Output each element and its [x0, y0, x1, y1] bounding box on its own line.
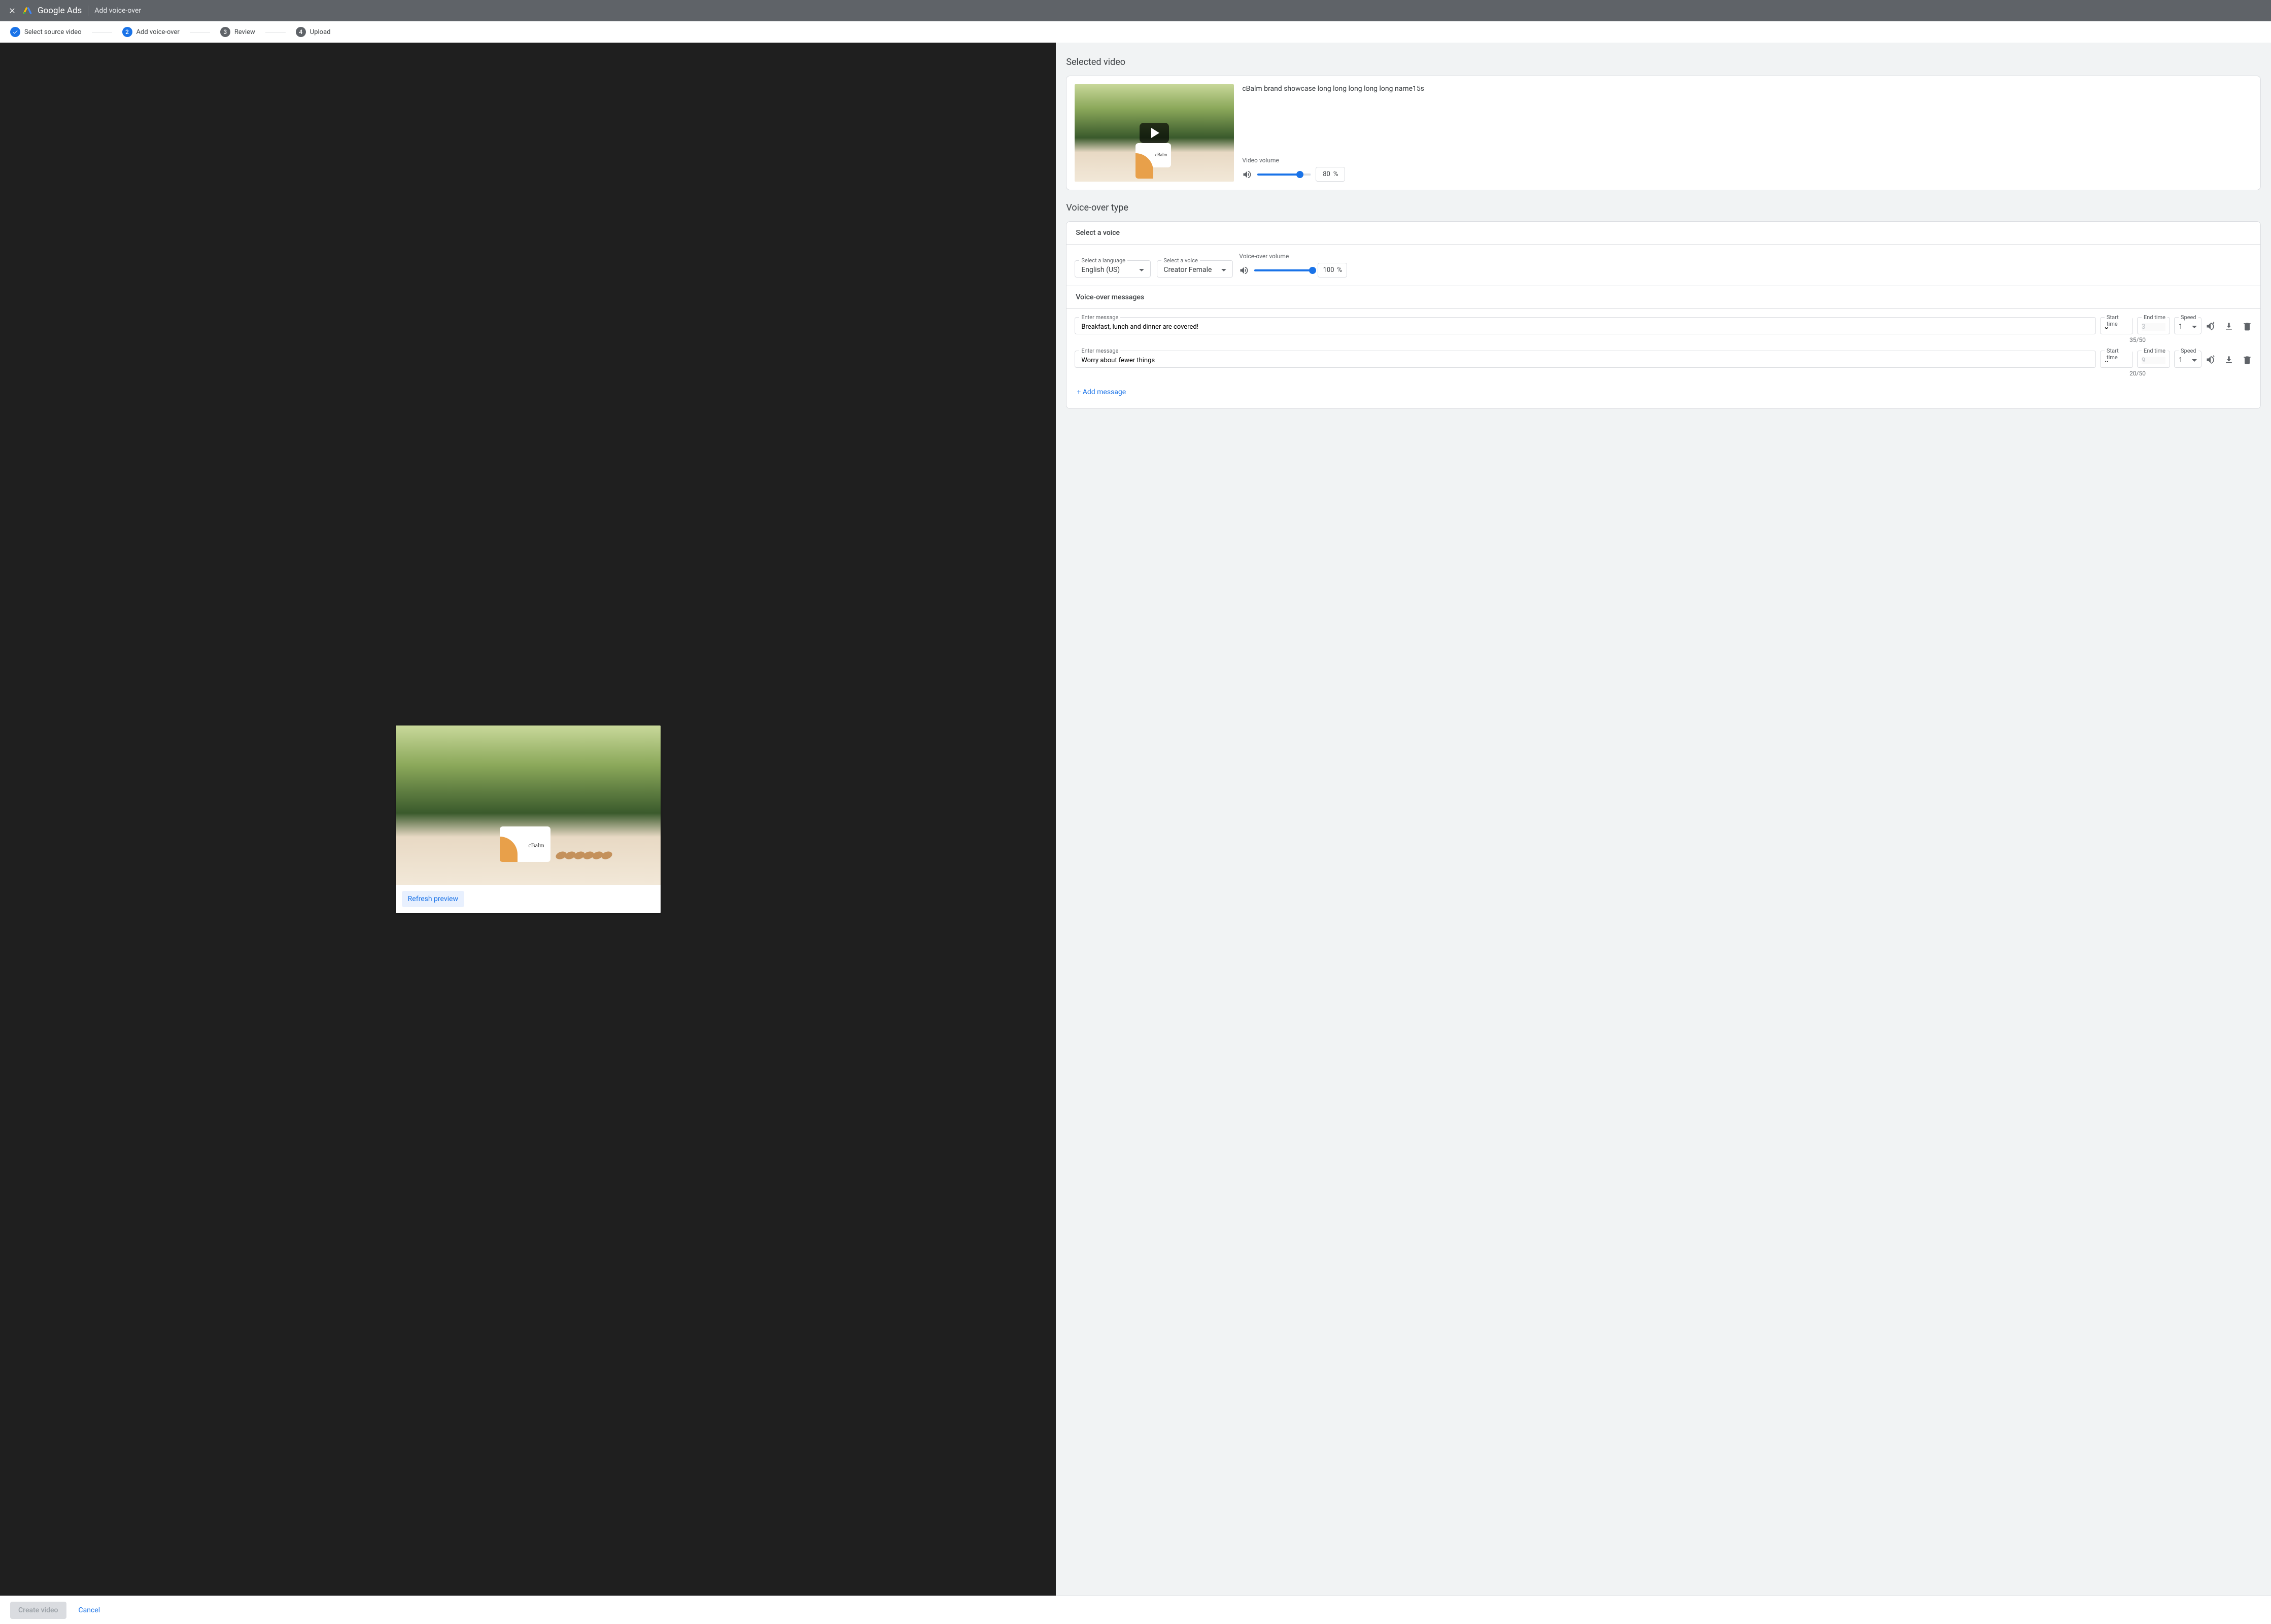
step-label: Upload — [310, 28, 331, 36]
start-time-input[interactable]: Start time — [2100, 351, 2133, 368]
end-time-input: End time — [2137, 351, 2170, 368]
refresh-preview-button[interactable]: Refresh preview — [402, 891, 464, 907]
preview-voice-icon[interactable] — [2206, 355, 2216, 365]
app-header: Google Ads Add voice-over — [0, 0, 2271, 21]
volume-icon — [1239, 265, 1249, 275]
messages-header: Voice-over messages — [1066, 286, 2260, 309]
preview-pane: cBalm Refresh preview — [0, 43, 1056, 1596]
footer-bar: Create video Cancel — [0, 1596, 2271, 1624]
video-name: cBalm brand showcase long long long long… — [1242, 84, 2252, 94]
field-label: End time — [2142, 348, 2167, 354]
select-voice-header: Select a voice — [1066, 222, 2260, 245]
message-input[interactable]: Enter message — [1075, 351, 2096, 368]
char-counter: 35/50 — [1075, 336, 2146, 343]
chevron-down-icon — [1139, 269, 1144, 271]
field-label: Start time — [2105, 348, 2132, 361]
field-label: Speed — [2179, 348, 2198, 354]
step-label: Add voice-over — [136, 28, 180, 36]
field-label: Select a voice — [1161, 257, 1199, 264]
speed-select[interactable]: Speed 1 — [2174, 317, 2201, 334]
page-title: Add voice-over — [94, 7, 141, 15]
voiceover-volume-input[interactable]: 100 % — [1318, 263, 1347, 278]
end-time-input: End time — [2137, 317, 2170, 334]
close-icon[interactable] — [6, 5, 18, 17]
product-jar: cBalm — [1136, 143, 1171, 167]
step-number: 3 — [220, 27, 230, 37]
video-volume-label: Video volume — [1242, 157, 2252, 164]
message-row: Enter message Start time End time Speed … — [1075, 317, 2252, 334]
delete-icon[interactable] — [2242, 355, 2252, 365]
voiceover-card: Select a voice Select a language English… — [1066, 221, 2261, 409]
volume-icon — [1242, 169, 1252, 180]
voiceover-type-title: Voice-over type — [1066, 202, 2261, 213]
video-volume-input[interactable]: 80 % — [1316, 167, 1345, 182]
almonds-decor — [556, 852, 616, 865]
step-label: Review — [234, 28, 255, 36]
create-video-button[interactable]: Create video — [10, 1602, 66, 1619]
stepper: Select source video 2 Add voice-over 3 R… — [0, 21, 2271, 43]
field-label: End time — [2142, 314, 2167, 321]
step-select-source[interactable]: Select source video — [10, 27, 82, 37]
language-select[interactable]: Select a language English (US) — [1075, 260, 1151, 278]
settings-pane: Selected video cBalm cBalm brand showcas… — [1056, 43, 2271, 1596]
video-volume-slider[interactable] — [1257, 174, 1311, 176]
voiceover-volume-label: Voice-over volume — [1239, 253, 2252, 260]
video-thumbnail: cBalm — [1075, 84, 1234, 182]
field-label: Select a language — [1079, 257, 1127, 264]
preview-card: cBalm Refresh preview — [396, 725, 661, 913]
chevron-down-icon — [1221, 269, 1226, 271]
field-label: Speed — [2179, 314, 2198, 321]
speed-select[interactable]: Speed 1 — [2174, 351, 2201, 368]
play-button[interactable] — [1140, 123, 1169, 143]
voice-select[interactable]: Select a voice Creator Female — [1157, 260, 1233, 278]
message-row: Enter message Start time End time Speed … — [1075, 351, 2252, 368]
start-time-input[interactable]: Start time — [2100, 317, 2133, 334]
voiceover-volume-slider[interactable] — [1254, 269, 1313, 271]
preview-voice-icon[interactable] — [2206, 321, 2216, 331]
preview-video-frame: cBalm — [396, 725, 661, 885]
cancel-button[interactable]: Cancel — [79, 1606, 100, 1614]
delete-icon[interactable] — [2242, 321, 2252, 331]
google-ads-logo-icon — [22, 6, 32, 16]
main-split: cBalm Refresh preview Selected video cBa… — [0, 43, 2271, 1596]
chevron-down-icon — [2192, 359, 2197, 362]
field-label: Enter message — [1079, 348, 1120, 354]
step-add-voiceover[interactable]: 2 Add voice-over — [122, 27, 180, 37]
product-jar: cBalm — [500, 826, 550, 862]
step-number: 4 — [296, 27, 306, 37]
jar-label: cBalm — [528, 842, 544, 849]
field-label: Start time — [2105, 314, 2132, 327]
download-icon[interactable] — [2224, 321, 2234, 331]
char-counter: 20/50 — [1075, 370, 2146, 377]
field-label: Enter message — [1079, 314, 1120, 321]
chevron-down-icon — [2192, 326, 2197, 328]
brand-name: Google Ads — [38, 6, 82, 16]
add-message-button[interactable]: + Add message — [1075, 384, 2252, 400]
step-review[interactable]: 3 Review — [220, 27, 255, 37]
download-icon[interactable] — [2224, 355, 2234, 365]
selected-video-title: Selected video — [1066, 57, 2261, 67]
message-input[interactable]: Enter message — [1075, 317, 2096, 334]
check-icon — [10, 27, 20, 37]
step-upload[interactable]: 4 Upload — [296, 27, 331, 37]
selected-video-card: cBalm cBalm brand showcase long long lon… — [1066, 76, 2261, 190]
step-number: 2 — [122, 27, 132, 37]
step-label: Select source video — [24, 28, 82, 36]
